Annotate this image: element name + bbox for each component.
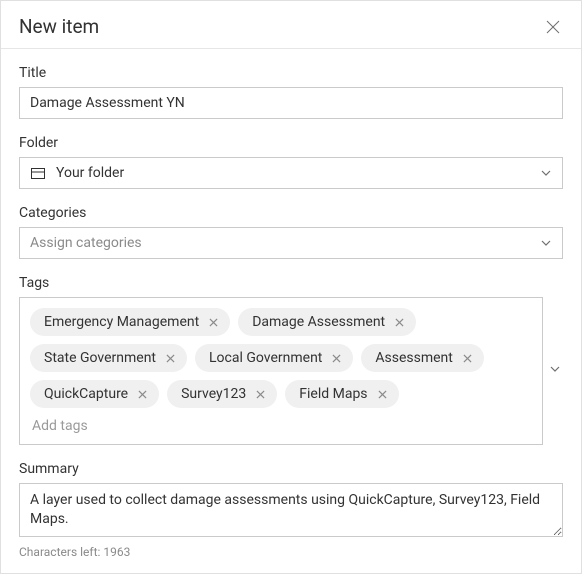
chevron-down-icon [540,237,552,249]
chevron-down-icon [540,167,552,179]
close-icon [166,354,175,363]
tag-chip: Assessment [361,344,483,372]
close-icon [395,318,404,327]
title-field: Title [19,65,563,119]
tag-chip: State Government [30,344,187,372]
close-button[interactable] [543,17,563,37]
close-icon [545,19,561,35]
tags-expand-button[interactable] [547,359,563,383]
close-icon [256,390,265,399]
tag-chip: QuickCapture [30,380,159,408]
tag-chip: Survey123 [167,380,277,408]
tag-chip: Damage Assessment [238,308,416,336]
title-label: Title [19,65,563,81]
folder-select[interactable]: Your folder [19,157,563,189]
tag-remove-button[interactable] [395,318,404,327]
tag-label: Local Government [209,350,322,366]
chevron-down-icon [549,363,561,375]
tag-chip: Local Government [195,344,353,372]
close-icon [209,318,218,327]
folder-value: Your folder [56,165,124,181]
tag-label: State Government [44,350,156,366]
tag-chip: Emergency Management [30,308,230,336]
close-icon [332,354,341,363]
summary-field: Summary Characters left: 1963 [19,461,563,559]
tag-label: Assessment [375,350,452,366]
tag-label: Field Maps [299,386,367,402]
categories-select[interactable]: Assign categories [19,227,563,259]
tags-box[interactable]: Emergency Management Damage Assessment Sta… [19,297,543,445]
new-item-dialog: New item Title Folder [0,0,582,574]
tag-chip: Field Maps [285,380,398,408]
categories-field: Categories Assign categories [19,205,563,259]
tag-remove-button[interactable] [332,354,341,363]
categories-label: Categories [19,205,563,221]
tags-label: Tags [19,275,563,291]
dialog-header: New item [1,1,581,49]
tag-remove-button[interactable] [166,354,175,363]
tag-remove-button[interactable] [256,390,265,399]
add-tags-input[interactable] [30,416,532,438]
tag-remove-button[interactable] [463,354,472,363]
categories-placeholder: Assign categories [30,235,142,251]
summary-label: Summary [19,461,563,477]
title-input[interactable] [19,87,563,119]
folder-field: Folder Your folder [19,135,563,189]
tag-label: Emergency Management [44,314,199,330]
tag-remove-button[interactable] [138,390,147,399]
tag-label: QuickCapture [44,386,128,402]
summary-textarea[interactable] [19,483,563,537]
tags-field: Tags Emergency Management Damage Assessme… [19,275,563,445]
tag-remove-button[interactable] [378,390,387,399]
tag-label: Survey123 [181,386,246,402]
close-icon [138,390,147,399]
close-icon [463,354,472,363]
characters-left: Characters left: 1963 [19,545,563,559]
folder-label: Folder [19,135,563,151]
close-icon [378,390,387,399]
dialog-title: New item [19,15,99,38]
tag-label: Damage Assessment [252,314,385,330]
tag-remove-button[interactable] [209,318,218,327]
folder-icon [30,165,46,181]
